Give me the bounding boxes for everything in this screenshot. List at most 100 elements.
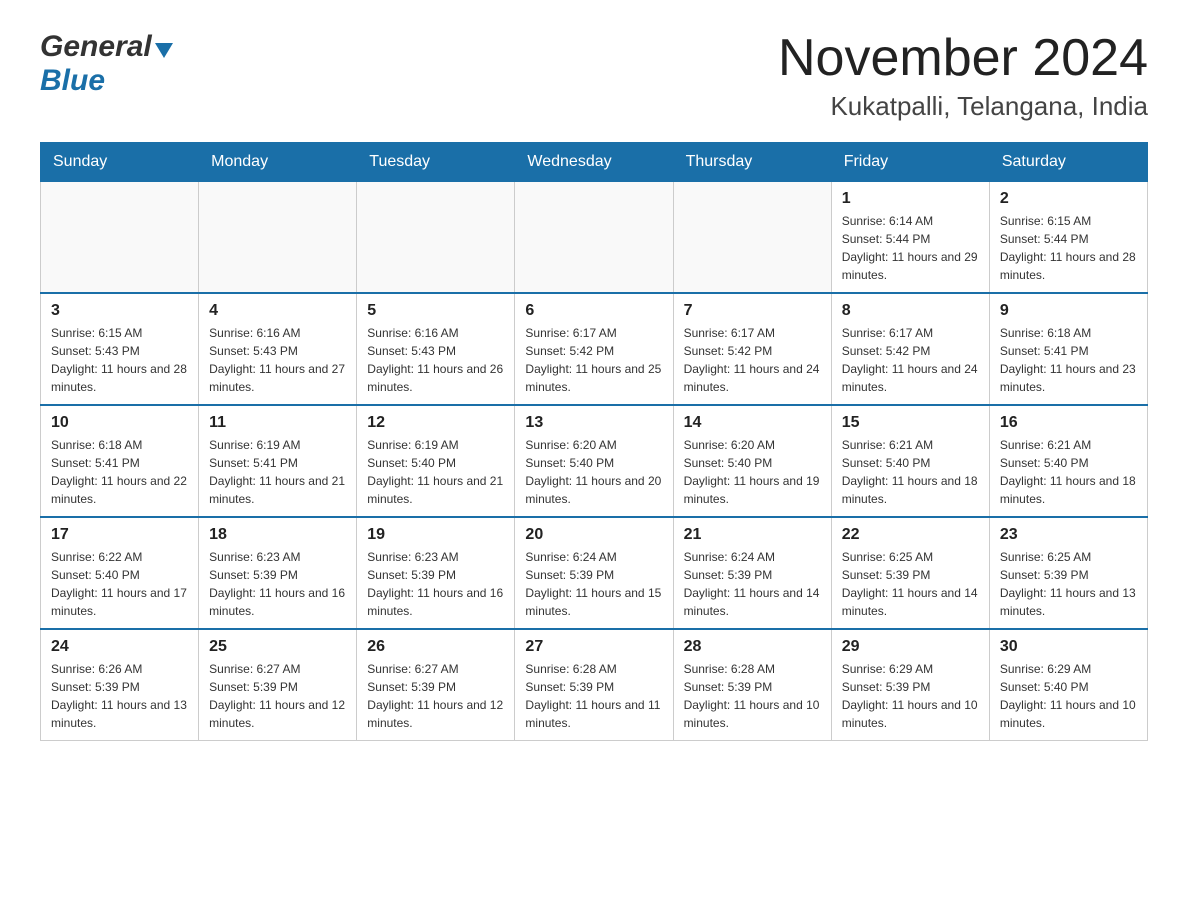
day-info: Sunrise: 6:23 AM Sunset: 5:39 PM Dayligh… (209, 548, 346, 620)
day-number: 26 (367, 638, 504, 656)
calendar-cell: 26 Sunrise: 6:27 AM Sunset: 5:39 PM Dayli… (357, 629, 515, 741)
calendar-week-row: 24 Sunrise: 6:26 AM Sunset: 5:39 PM Dayli… (41, 629, 1148, 741)
calendar-cell: 27Sunrise: 6:28 AM Sunset: 5:39 PM Dayli… (515, 629, 673, 741)
calendar-cell: 15Sunrise: 6:21 AM Sunset: 5:40 PM Dayli… (831, 405, 989, 517)
day-number: 14 (684, 414, 821, 432)
day-info: Sunrise: 6:15 AM Sunset: 5:43 PM Dayligh… (51, 324, 188, 396)
day-info: Sunrise: 6:16 AM Sunset: 5:43 PM Dayligh… (367, 324, 504, 396)
day-info: Sunrise: 6:15 AM Sunset: 5:44 PM Dayligh… (1000, 212, 1137, 284)
calendar-cell: 17Sunrise: 6:22 AM Sunset: 5:40 PM Dayli… (41, 517, 199, 629)
calendar-cell (199, 182, 357, 294)
location-title: Kukatpalli, Telangana, India (778, 91, 1148, 122)
day-number: 24 (51, 638, 188, 656)
day-number: 3 (51, 302, 188, 320)
calendar-cell: 24 Sunrise: 6:26 AM Sunset: 5:39 PM Dayli… (41, 629, 199, 741)
day-info: Sunrise: 6:17 AM Sunset: 5:42 PM Dayligh… (842, 324, 979, 396)
calendar-header-thursday: Thursday (673, 143, 831, 182)
calendar-table: SundayMondayTuesdayWednesdayThursdayFrid… (40, 142, 1148, 741)
calendar-cell: 3 Sunrise: 6:15 AM Sunset: 5:43 PM Daylig… (41, 293, 199, 405)
calendar-week-row: 17Sunrise: 6:22 AM Sunset: 5:40 PM Dayli… (41, 517, 1148, 629)
logo-general: General (40, 30, 152, 64)
calendar-cell: 21 Sunrise: 6:24 AM Sunset: 5:39 PM Dayli… (673, 517, 831, 629)
day-number: 27 (525, 638, 662, 656)
day-number: 7 (684, 302, 821, 320)
day-info: Sunrise: 6:29 AM Sunset: 5:40 PM Dayligh… (1000, 660, 1137, 732)
calendar-cell: 9 Sunrise: 6:18 AM Sunset: 5:41 PM Daylig… (989, 293, 1147, 405)
calendar-cell: 22 Sunrise: 6:25 AM Sunset: 5:39 PM Dayli… (831, 517, 989, 629)
calendar-header-sunday: Sunday (41, 143, 199, 182)
day-info: Sunrise: 6:21 AM Sunset: 5:40 PM Dayligh… (1000, 436, 1137, 508)
calendar-cell (673, 182, 831, 294)
day-info: Sunrise: 6:25 AM Sunset: 5:39 PM Dayligh… (842, 548, 979, 620)
day-number: 22 (842, 526, 979, 544)
day-info: Sunrise: 6:25 AM Sunset: 5:39 PM Dayligh… (1000, 548, 1137, 620)
day-number: 5 (367, 302, 504, 320)
day-info: Sunrise: 6:20 AM Sunset: 5:40 PM Dayligh… (525, 436, 662, 508)
day-number: 10 (51, 414, 188, 432)
calendar-cell: 12Sunrise: 6:19 AM Sunset: 5:40 PM Dayli… (357, 405, 515, 517)
day-info: Sunrise: 6:27 AM Sunset: 5:39 PM Dayligh… (367, 660, 504, 732)
day-info: Sunrise: 6:23 AM Sunset: 5:39 PM Dayligh… (367, 548, 504, 620)
day-number: 15 (842, 414, 979, 432)
day-number: 23 (1000, 526, 1137, 544)
calendar-cell: 13 Sunrise: 6:20 AM Sunset: 5:40 PM Dayli… (515, 405, 673, 517)
day-number: 13 (525, 414, 662, 432)
day-number: 2 (1000, 190, 1137, 208)
day-number: 18 (209, 526, 346, 544)
calendar-cell: 1 Sunrise: 6:14 AM Sunset: 5:44 PM Daylig… (831, 182, 989, 294)
day-number: 9 (1000, 302, 1137, 320)
calendar-cell: 8Sunrise: 6:17 AM Sunset: 5:42 PM Daylig… (831, 293, 989, 405)
calendar-week-row: 3 Sunrise: 6:15 AM Sunset: 5:43 PM Daylig… (41, 293, 1148, 405)
calendar-cell: 29 Sunrise: 6:29 AM Sunset: 5:39 PM Dayli… (831, 629, 989, 741)
calendar-cell: 6 Sunrise: 6:17 AM Sunset: 5:42 PM Daylig… (515, 293, 673, 405)
logo-triangle-icon (155, 43, 173, 58)
logo: General Blue (40, 30, 173, 98)
day-info: Sunrise: 6:26 AM Sunset: 5:39 PM Dayligh… (51, 660, 188, 732)
day-number: 16 (1000, 414, 1137, 432)
calendar-header-row: SundayMondayTuesdayWednesdayThursdayFrid… (41, 143, 1148, 182)
month-title: November 2024 (778, 30, 1148, 87)
calendar-cell: 19Sunrise: 6:23 AM Sunset: 5:39 PM Dayli… (357, 517, 515, 629)
calendar-cell: 28 Sunrise: 6:28 AM Sunset: 5:39 PM Dayli… (673, 629, 831, 741)
day-number: 28 (684, 638, 821, 656)
day-number: 4 (209, 302, 346, 320)
day-number: 30 (1000, 638, 1137, 656)
calendar-cell: 10 Sunrise: 6:18 AM Sunset: 5:41 PM Dayli… (41, 405, 199, 517)
day-info: Sunrise: 6:20 AM Sunset: 5:40 PM Dayligh… (684, 436, 821, 508)
calendar-header-friday: Friday (831, 143, 989, 182)
calendar-week-row: 1 Sunrise: 6:14 AM Sunset: 5:44 PM Daylig… (41, 182, 1148, 294)
day-info: Sunrise: 6:18 AM Sunset: 5:41 PM Dayligh… (1000, 324, 1137, 396)
day-number: 17 (51, 526, 188, 544)
logo-blue: Blue (40, 64, 105, 97)
calendar-cell: 20Sunrise: 6:24 AM Sunset: 5:39 PM Dayli… (515, 517, 673, 629)
calendar-header-tuesday: Tuesday (357, 143, 515, 182)
day-number: 12 (367, 414, 504, 432)
calendar-header-saturday: Saturday (989, 143, 1147, 182)
day-info: Sunrise: 6:18 AM Sunset: 5:41 PM Dayligh… (51, 436, 188, 508)
calendar-cell (357, 182, 515, 294)
day-info: Sunrise: 6:28 AM Sunset: 5:39 PM Dayligh… (684, 660, 821, 732)
calendar-cell: 30 Sunrise: 6:29 AM Sunset: 5:40 PM Dayli… (989, 629, 1147, 741)
day-info: Sunrise: 6:24 AM Sunset: 5:39 PM Dayligh… (684, 548, 821, 620)
day-info: Sunrise: 6:14 AM Sunset: 5:44 PM Dayligh… (842, 212, 979, 284)
day-number: 1 (842, 190, 979, 208)
day-info: Sunrise: 6:17 AM Sunset: 5:42 PM Dayligh… (684, 324, 821, 396)
day-number: 6 (525, 302, 662, 320)
title-block: November 2024 Kukatpalli, Telangana, Ind… (778, 30, 1148, 122)
day-info: Sunrise: 6:29 AM Sunset: 5:39 PM Dayligh… (842, 660, 979, 732)
calendar-header-monday: Monday (199, 143, 357, 182)
day-info: Sunrise: 6:27 AM Sunset: 5:39 PM Dayligh… (209, 660, 346, 732)
day-number: 21 (684, 526, 821, 544)
calendar-cell: 4Sunrise: 6:16 AM Sunset: 5:43 PM Daylig… (199, 293, 357, 405)
day-number: 29 (842, 638, 979, 656)
calendar-cell (41, 182, 199, 294)
calendar-cell: 7 Sunrise: 6:17 AM Sunset: 5:42 PM Daylig… (673, 293, 831, 405)
page-header: General Blue November 2024 Kukatpalli, T… (40, 30, 1148, 122)
calendar-cell: 14 Sunrise: 6:20 AM Sunset: 5:40 PM Dayli… (673, 405, 831, 517)
day-info: Sunrise: 6:17 AM Sunset: 5:42 PM Dayligh… (525, 324, 662, 396)
day-number: 11 (209, 414, 346, 432)
day-number: 20 (525, 526, 662, 544)
day-number: 25 (209, 638, 346, 656)
calendar-week-row: 10 Sunrise: 6:18 AM Sunset: 5:41 PM Dayli… (41, 405, 1148, 517)
calendar-cell: 23 Sunrise: 6:25 AM Sunset: 5:39 PM Dayli… (989, 517, 1147, 629)
